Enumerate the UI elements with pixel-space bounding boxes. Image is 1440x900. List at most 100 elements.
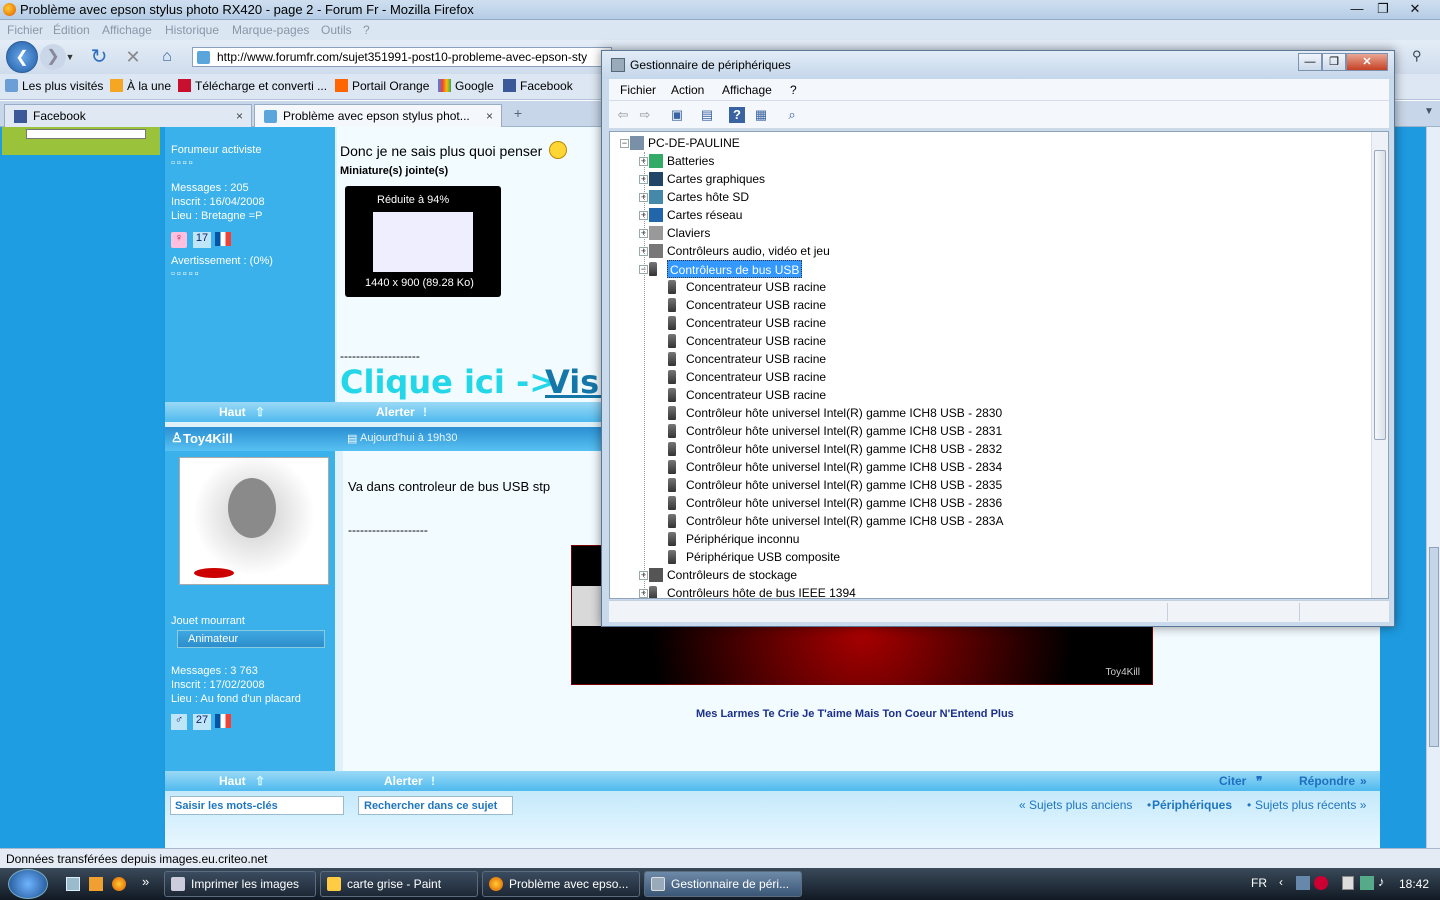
minimize-button[interactable]: — xyxy=(1344,0,1370,18)
tree-usb-device[interactable]: Contrôleur hôte universel Intel(R) gamme… xyxy=(686,404,1002,422)
history-dropdown-icon[interactable]: ▼ xyxy=(64,44,76,70)
close-button[interactable]: ✕ xyxy=(1400,0,1430,18)
tree-usb-device[interactable]: Concentrateur USB racine xyxy=(686,332,826,350)
tree-usb-device[interactable]: Périphérique inconnu xyxy=(686,530,799,548)
language-indicator[interactable]: FR xyxy=(1251,876,1267,890)
bookmark-telecharge[interactable]: Télécharge et converti ... xyxy=(178,79,327,93)
menu-outils[interactable]: Outils xyxy=(321,23,352,37)
back-arrow-icon[interactable]: ⇦ xyxy=(615,107,631,123)
clock[interactable]: 18:42 xyxy=(1399,877,1429,891)
repondre-link[interactable]: Répondre xyxy=(1299,774,1355,788)
home-icon[interactable]: ⌂ xyxy=(154,44,180,70)
dm-menu-help[interactable]: ? xyxy=(790,83,797,97)
tree-usb-device[interactable]: Concentrateur USB racine xyxy=(686,278,826,296)
tab-forum[interactable]: Problème avec epson stylus phot... × xyxy=(254,104,502,127)
bookmark-google[interactable]: Google xyxy=(438,79,494,93)
alerter-link[interactable]: Alerter xyxy=(376,405,415,419)
tray-expand-icon[interactable]: ‹ xyxy=(1279,875,1283,889)
taskbar-item-paint[interactable]: carte grise - Paint xyxy=(320,871,478,897)
tree-usb-device[interactable]: Concentrateur USB racine xyxy=(686,350,826,368)
dm-menu-affichage[interactable]: Affichage xyxy=(722,83,772,97)
help-icon[interactable]: ? xyxy=(729,107,745,123)
avatar[interactable] xyxy=(179,457,329,585)
attachment-thumbnail[interactable]: Réduite à 94% 1440 x 900 (89.28 Ko) xyxy=(345,186,501,297)
tree-category[interactable]: Contrôleurs audio, vidéo et jeu xyxy=(667,242,830,260)
search-icon[interactable]: ⚲ xyxy=(1412,48,1422,64)
expand-toggle-icon[interactable]: − xyxy=(620,139,629,148)
tree-category[interactable]: Cartes graphiques xyxy=(667,170,765,188)
tree-usb-device[interactable]: Concentrateur USB racine xyxy=(686,296,826,314)
tree-usb-device[interactable]: Concentrateur USB racine xyxy=(686,368,826,386)
bookmark-facebook[interactable]: Facebook xyxy=(503,79,573,93)
older-topics-link[interactable]: « Sujets plus anciens xyxy=(1019,798,1132,812)
citer-link[interactable]: Citer xyxy=(1219,774,1246,788)
show-hide-icon[interactable]: ▦ xyxy=(753,107,769,123)
taskbar-item-imprimer[interactable]: Imprimer les images xyxy=(164,871,316,897)
tree-category[interactable]: Contrôleurs hôte de bus IEEE 1394 xyxy=(667,584,856,598)
dm-maximize-button[interactable]: ❐ xyxy=(1322,53,1346,71)
tree-usb-device[interactable]: Concentrateur USB racine xyxy=(686,386,826,404)
tree-category[interactable]: Cartes réseau xyxy=(667,206,742,224)
menu-fichier[interactable]: Fichier xyxy=(7,23,43,37)
maximize-button[interactable]: ❐ xyxy=(1370,0,1396,18)
back-button[interactable]: ❮ xyxy=(6,41,38,73)
quicklaunch-more[interactable]: » xyxy=(142,874,149,889)
new-tab-button[interactable]: + xyxy=(508,105,528,125)
tab-close-icon[interactable]: × xyxy=(236,109,243,123)
menu-edition[interactable]: Édition xyxy=(53,23,90,37)
tree-usb-device[interactable]: Contrôleur hôte universel Intel(R) gamme… xyxy=(686,494,1002,512)
forward-arrow-icon[interactable]: ⇨ xyxy=(637,107,653,123)
haut-link[interactable]: Haut xyxy=(219,405,246,419)
taskbar-item-device-manager[interactable]: Gestionnaire de péri... xyxy=(644,871,802,897)
forward-button[interactable]: ❯ xyxy=(40,44,66,70)
tab-close-icon[interactable]: × xyxy=(486,109,493,123)
scan-hardware-icon[interactable]: ⌕ xyxy=(784,107,800,123)
menu-affichage[interactable]: Affichage xyxy=(102,23,152,37)
tree-category[interactable]: Contrôleurs de stockage xyxy=(667,566,797,584)
tree-usb-device[interactable]: Contrôleur hôte universel Intel(R) gamme… xyxy=(686,458,1002,476)
newer-topics-link[interactable]: Sujets plus récents » xyxy=(1255,798,1366,812)
category-link[interactable]: Périphériques xyxy=(1152,798,1232,812)
tree-category[interactable]: Claviers xyxy=(667,224,710,242)
properties-icon[interactable]: ▤ xyxy=(699,107,715,123)
tree-usb-device[interactable]: Contrôleur hôte universel Intel(R) gamme… xyxy=(686,440,1002,458)
tab-facebook[interactable]: Facebook × xyxy=(4,104,252,127)
bookmark-plus-visites[interactable]: Les plus visités xyxy=(5,79,103,93)
start-button[interactable] xyxy=(8,869,48,899)
dm-scrollbar[interactable] xyxy=(1371,132,1388,598)
dm-close-button[interactable]: ✕ xyxy=(1346,53,1388,71)
dm-menu-action[interactable]: Action xyxy=(671,83,704,97)
firefox-quicklaunch-icon[interactable] xyxy=(112,877,126,891)
tree-usb-device[interactable]: Concentrateur USB racine xyxy=(686,314,826,332)
tree-category[interactable]: Cartes hôte SD xyxy=(667,188,749,206)
menu-marque-pages[interactable]: Marque-pages xyxy=(232,23,309,37)
sidebar-input[interactable] xyxy=(26,129,146,139)
stop-icon[interactable]: ✕ xyxy=(120,44,146,70)
tree-usb-device[interactable]: Contrôleur hôte universel Intel(R) gamme… xyxy=(686,512,1003,530)
username[interactable]: Toy4Kill xyxy=(183,431,233,446)
menu-historique[interactable]: Historique xyxy=(165,23,219,37)
search-keywords-input[interactable]: Saisir les mots-clés xyxy=(170,796,344,815)
dm-minimize-button[interactable]: — xyxy=(1298,53,1322,71)
tree-usb-device[interactable]: Périphérique USB composite xyxy=(686,548,840,566)
alerter-link[interactable]: Alerter xyxy=(384,774,423,788)
tree-category[interactable]: Batteries xyxy=(667,152,714,170)
dm-title-bar[interactable]: Gestionnaire de périphériques — ❐ ✕ xyxy=(602,51,1394,79)
network-icon[interactable] xyxy=(1296,876,1310,890)
scrollbar-thumb[interactable] xyxy=(1429,547,1439,747)
haut-link[interactable]: Haut xyxy=(219,774,246,788)
tree-usb-device[interactable]: Contrôleur hôte universel Intel(R) gamme… xyxy=(686,422,1002,440)
page-scrollbar[interactable] xyxy=(1426,127,1440,848)
bookmark-portail-orange[interactable]: Portail Orange xyxy=(335,79,429,93)
tree-root[interactable]: PC-DE-PAULINE xyxy=(648,134,740,152)
connection-icon[interactable] xyxy=(1360,876,1374,890)
battery-icon[interactable] xyxy=(1342,876,1354,890)
search-thread-button[interactable]: Rechercher dans ce sujet xyxy=(358,796,513,815)
tab-list-icon[interactable]: ▼ xyxy=(1424,106,1434,117)
media-player-icon[interactable] xyxy=(89,877,103,891)
bookmark-a-la-une[interactable]: À la une xyxy=(110,79,171,93)
dm-scrollbar-thumb[interactable] xyxy=(1374,150,1386,440)
tree-usb-device[interactable]: Contrôleur hôte universel Intel(R) gamme… xyxy=(686,476,1002,494)
dm-menu-fichier[interactable]: Fichier xyxy=(620,83,656,97)
menu-help[interactable]: ? xyxy=(363,23,370,37)
